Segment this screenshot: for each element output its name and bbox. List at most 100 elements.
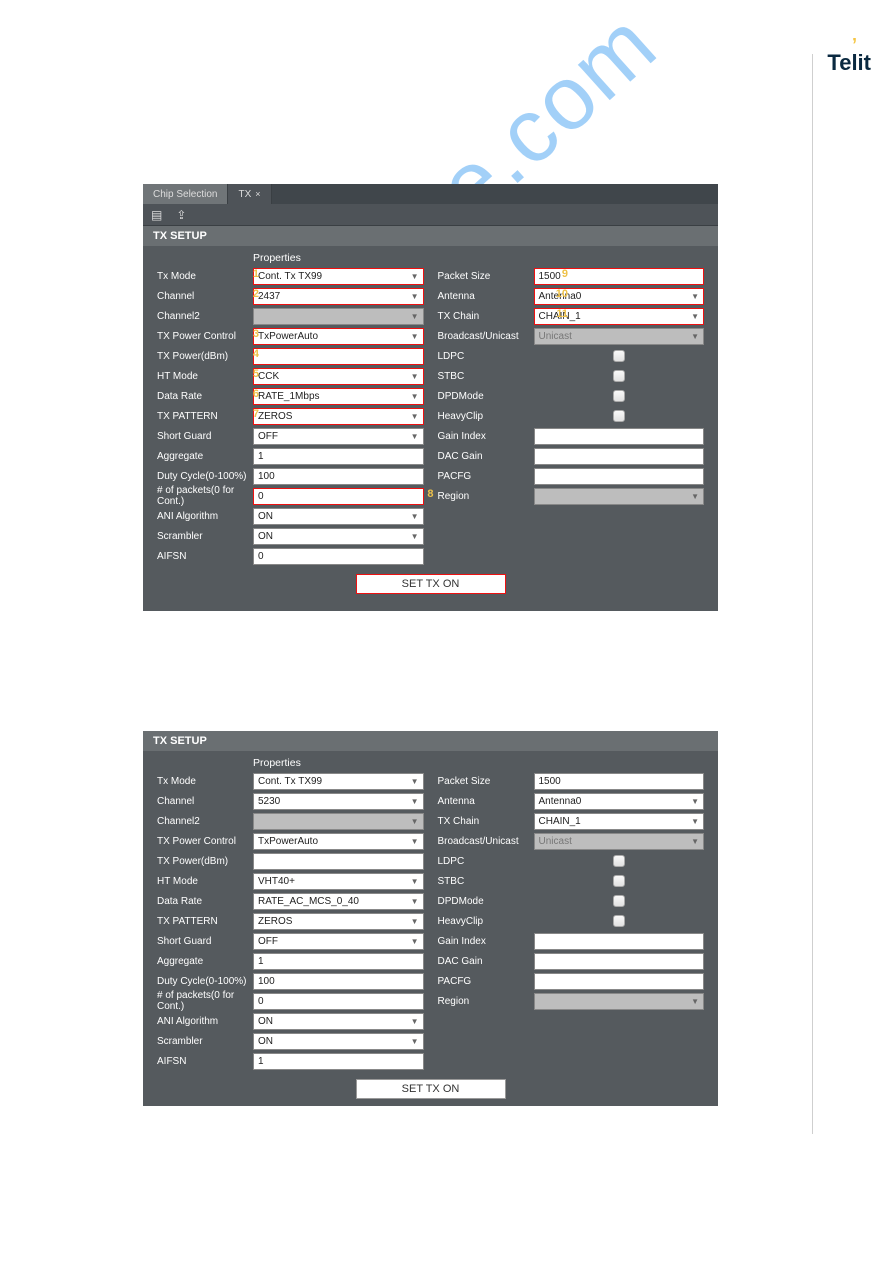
channel2-select[interactable]: ▼ xyxy=(253,813,424,830)
gain-index-input[interactable] xyxy=(534,428,705,445)
set-tx-on-button[interactable]: SET TX ON xyxy=(356,574,506,594)
label-aifsn: AIFSN xyxy=(157,551,253,562)
label-data-rate: Data Rate xyxy=(157,391,253,402)
value: ZEROS xyxy=(258,411,292,422)
tx-power-control-select[interactable]: TxPowerAuto▼ xyxy=(253,328,424,345)
label-pacfg: PACFG xyxy=(438,471,534,482)
num-packets-input[interactable]: 0 xyxy=(253,993,424,1010)
stbc-checkbox[interactable] xyxy=(613,370,625,382)
label-dac-gain: DAC Gain xyxy=(438,451,534,462)
short-guard-select[interactable]: OFF▼ xyxy=(253,933,424,950)
dac-gain-input[interactable] xyxy=(534,953,705,970)
scrambler-select[interactable]: ON▼ xyxy=(253,1033,424,1050)
region-select[interactable]: ▼ xyxy=(534,993,705,1010)
label-dac-gain: DAC Gain xyxy=(438,956,534,967)
chevron-down-icon: ▼ xyxy=(691,292,699,301)
label-tx-chain: TX Chain xyxy=(438,311,534,322)
upload-icon[interactable]: ⇪ xyxy=(176,208,186,222)
value: 0 xyxy=(258,491,264,502)
ldpc-checkbox[interactable] xyxy=(613,855,625,867)
ht-mode-select[interactable]: CCK▼ xyxy=(253,368,424,385)
label-aifsn: AIFSN xyxy=(157,1056,253,1067)
tab-chip-selection[interactable]: Chip Selection xyxy=(143,184,228,204)
label-ldpc: LDPC xyxy=(438,351,534,362)
value: 2437 xyxy=(258,291,280,302)
channel-select[interactable]: 5230▼ xyxy=(253,793,424,810)
label-tx-chain: TX Chain xyxy=(438,816,534,827)
set-tx-on-button[interactable]: SET TX ON xyxy=(356,1079,506,1099)
pacfg-input[interactable] xyxy=(534,973,705,990)
chevron-down-icon: ▼ xyxy=(411,817,419,826)
value: OFF xyxy=(258,936,278,947)
label-data-rate: Data Rate xyxy=(157,896,253,907)
tx-setup-panel-2: TX SETUP Properties Tx ModeCont. Tx TX99… xyxy=(143,731,718,1106)
aggregate-input[interactable]: 1 xyxy=(253,448,424,465)
scrambler-select[interactable]: ON▼ xyxy=(253,528,424,545)
tx-mode-select[interactable]: Cont. Tx TX99▼ xyxy=(253,773,424,790)
label-dpd: DPDMode xyxy=(438,391,534,402)
brand-accent: ’ xyxy=(852,40,857,50)
tx-pattern-select[interactable]: ZEROS▼ xyxy=(253,913,424,930)
label-gain-index: Gain Index xyxy=(438,936,534,947)
label-tx-power-dbm: TX Power(dBm) xyxy=(157,856,253,867)
value: 1 xyxy=(258,451,264,462)
broadcast-select[interactable]: Unicast▼ xyxy=(534,328,705,345)
tx-pattern-select[interactable]: ZEROS ▼ xyxy=(253,408,424,425)
tx-setup-panel-1: Chip Selection TX × ▤ ⇪ TX SETUP Propert… xyxy=(143,184,718,611)
column-right: Packet Size91500 Antenna10Antenna0▼ TX C… xyxy=(438,266,705,566)
chevron-down-icon: ▼ xyxy=(411,917,419,926)
label-short-guard: Short Guard xyxy=(157,431,253,442)
ani-select[interactable]: ON▼ xyxy=(253,1013,424,1030)
dpd-checkbox[interactable] xyxy=(613,390,625,402)
short-guard-select[interactable]: OFF▼ xyxy=(253,428,424,445)
label-stbc: STBC xyxy=(438,876,534,887)
aifsn-input[interactable]: 0 xyxy=(253,548,424,565)
tx-power-dbm-input[interactable] xyxy=(253,348,424,365)
close-icon[interactable]: × xyxy=(255,189,260,199)
tx-mode-select[interactable]: Cont. Tx TX99▼ xyxy=(253,268,424,285)
aggregate-input[interactable]: 1 xyxy=(253,953,424,970)
stbc-checkbox[interactable] xyxy=(613,875,625,887)
antenna-select[interactable]: Antenna0▼ xyxy=(534,793,705,810)
channel-select[interactable]: 2437▼ xyxy=(253,288,424,305)
chevron-down-icon: ▼ xyxy=(411,412,419,421)
aifsn-input[interactable]: 1 xyxy=(253,1053,424,1070)
callout-4: 4 xyxy=(243,348,259,360)
pacfg-input[interactable] xyxy=(534,468,705,485)
value: ON xyxy=(258,1036,273,1047)
duty-cycle-input[interactable]: 100 xyxy=(253,973,424,990)
label-antenna: Antenna xyxy=(438,796,534,807)
gain-index-input[interactable] xyxy=(534,933,705,950)
callout-5: 5 xyxy=(243,368,259,380)
value: CCK xyxy=(258,371,279,382)
chevron-down-icon: ▼ xyxy=(411,777,419,786)
packet-size-input[interactable]: 1500 xyxy=(534,773,705,790)
value: 0 xyxy=(258,996,264,1007)
tab-tx[interactable]: TX × xyxy=(228,184,271,204)
chevron-down-icon: ▼ xyxy=(411,877,419,886)
value: 1500 xyxy=(539,776,561,787)
duty-cycle-input[interactable]: 100 xyxy=(253,468,424,485)
save-icon[interactable]: ▤ xyxy=(151,208,162,222)
ldpc-checkbox[interactable] xyxy=(613,350,625,362)
dpd-checkbox[interactable] xyxy=(613,895,625,907)
num-packets-input[interactable]: 0 xyxy=(253,488,424,505)
value: Cont. Tx TX99 xyxy=(258,271,322,282)
tx-power-control-select[interactable]: TxPowerAuto▼ xyxy=(253,833,424,850)
callout-3: 3 xyxy=(243,328,259,340)
heavyclip-checkbox[interactable] xyxy=(613,410,625,422)
channel2-select[interactable]: ▼ xyxy=(253,308,424,325)
tx-chain-select[interactable]: CHAIN_1▼ xyxy=(534,813,705,830)
tx-power-dbm-input[interactable] xyxy=(253,853,424,870)
dac-gain-input[interactable] xyxy=(534,448,705,465)
data-rate-select[interactable]: RATE_1Mbps▼ xyxy=(253,388,424,405)
broadcast-select[interactable]: Unicast▼ xyxy=(534,833,705,850)
region-select[interactable]: ▼ xyxy=(534,488,705,505)
ani-select[interactable]: ON▼ xyxy=(253,508,424,525)
ht-mode-select[interactable]: VHT40+▼ xyxy=(253,873,424,890)
data-rate-select[interactable]: RATE_AC_MCS_0_40▼ xyxy=(253,893,424,910)
label-tx-power-control: TX Power Control xyxy=(157,836,253,847)
heavyclip-checkbox[interactable] xyxy=(613,915,625,927)
chevron-down-icon: ▼ xyxy=(411,837,419,846)
value: 1 xyxy=(258,1056,264,1067)
